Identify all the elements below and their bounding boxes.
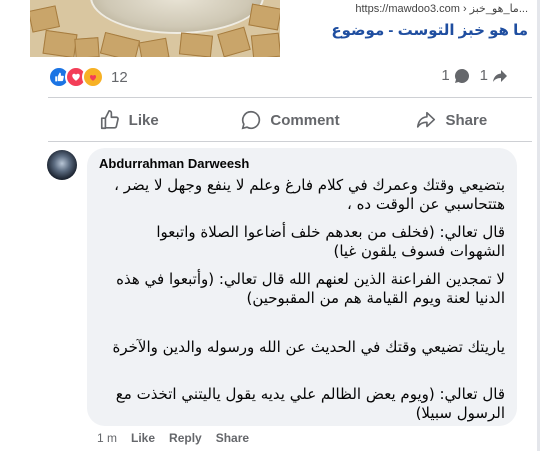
comment-paragraph: لا تمجدين الفراعنة الذين لعنهم الله قال … <box>116 270 505 307</box>
link-preview[interactable]: https://mawdoo3.com › ما_هو_خبز... ما هو… <box>0 0 540 57</box>
link-title[interactable]: ما هو خبز التوست - موضوع <box>288 21 528 39</box>
crouton <box>217 26 251 57</box>
link-thumbnail[interactable] <box>30 0 280 57</box>
comment-paragraph: ياريتك تضيعي وقتك في الحديث عن الله ورسو… <box>112 338 506 356</box>
crouton <box>30 5 60 33</box>
comment-paragraph: قال تعالي: (ويوم يعض الظالم علي يديه يقو… <box>115 385 505 422</box>
like-button[interactable]: Like <box>48 104 209 136</box>
comment-label: Comment <box>270 111 340 129</box>
comment-paragraph: قال تعالي: (فخلف من بعدهم خلف أضاعوا الص… <box>156 223 505 260</box>
avatar[interactable] <box>47 150 77 180</box>
crouton <box>99 31 141 57</box>
comment-time[interactable]: 1 m <box>97 431 117 445</box>
comment-author[interactable]: Abdurrahman Darweesh <box>99 156 249 171</box>
like-label: Like <box>128 111 159 129</box>
link-info[interactable]: https://mawdoo3.com › ما_هو_خبز... ما هو… <box>288 2 528 39</box>
link-url: https://mawdoo3.com › ما_هو_خبز... <box>355 3 528 15</box>
divider <box>48 97 532 98</box>
share-icon <box>417 111 436 128</box>
crouton <box>42 29 78 57</box>
engagement-counts[interactable]: 1 1 <box>441 67 518 84</box>
comment-paragraph: بتضيعي وقتك وعمرك في كلام فارغ وعلم لا ي… <box>114 176 505 213</box>
crouton <box>138 37 170 57</box>
crouton <box>74 37 100 57</box>
reactions-summary[interactable]: 12 <box>48 66 128 88</box>
divider <box>48 141 532 142</box>
comment-button[interactable]: Comment <box>209 104 370 136</box>
post-action-bar: Like Comment Share <box>48 104 532 136</box>
shares-count[interactable]: 1 <box>480 67 488 84</box>
comment-like-button[interactable]: Like <box>131 431 155 445</box>
share-count-icon <box>493 69 507 82</box>
thumbs-up-icon <box>100 110 119 130</box>
comment-share-button[interactable]: Share <box>216 431 249 445</box>
crouton <box>178 32 214 57</box>
comment-reply-button[interactable]: Reply <box>169 431 202 445</box>
share-label: Share <box>445 111 488 129</box>
comments-count[interactable]: 1 <box>441 67 449 84</box>
reaction-count[interactable]: 12 <box>111 69 128 86</box>
comment-icon <box>241 110 261 130</box>
share-button[interactable]: Share <box>371 104 532 136</box>
care-icon <box>82 66 104 88</box>
comment-meta: 1 m Like Reply Share <box>97 431 249 445</box>
crouton <box>250 32 280 57</box>
comment-count-icon <box>454 68 469 83</box>
crouton <box>248 3 280 31</box>
